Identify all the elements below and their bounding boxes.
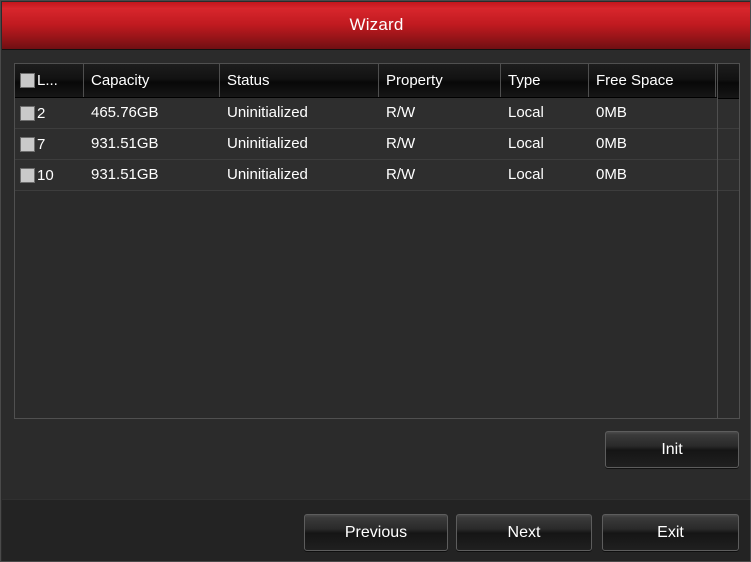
table-row[interactable]: 7 931.51GB Uninitialized R/W Local 0MB [15,129,739,160]
cell-status: Uninitialized [227,166,308,183]
table-header-row: L... Capacity Status Property Type Free … [15,64,739,98]
column-header-capacity[interactable]: Capacity [84,64,220,97]
cell-free-space: 0MB [596,104,627,121]
column-header-label[interactable]: L... [15,64,84,97]
wizard-dialog: Wizard L... Capacity Status Property Typ… [0,0,751,562]
previous-button[interactable]: Previous [304,514,448,551]
exit-button[interactable]: Exit [602,514,739,551]
cell-capacity: 465.76GB [91,104,159,121]
cell-type: Local [508,166,544,183]
cell-capacity: 931.51GB [91,166,159,183]
row-select-cell[interactable]: 2 [15,98,84,128]
cell-free-space: 0MB [596,135,627,152]
row-label: 2 [37,104,46,122]
row-label: 10 [37,166,54,184]
cell-type: Local [508,104,544,121]
column-header-property[interactable]: Property [379,64,501,97]
hdd-table: L... Capacity Status Property Type Free … [14,63,740,419]
cell-status: Uninitialized [227,104,308,121]
cell-status: Uninitialized [227,135,308,152]
table-row[interactable]: 10 931.51GB Uninitialized R/W Local 0MB [15,160,739,191]
cell-type: Local [508,135,544,152]
init-button[interactable]: Init [605,431,739,468]
row-select-cell[interactable]: 10 [15,160,84,190]
cell-property: R/W [386,104,416,121]
cell-property: R/W [386,135,416,152]
row-checkbox[interactable] [20,105,35,121]
row-select-cell[interactable]: 7 [15,129,84,159]
table-scrollbar-gutter[interactable] [717,64,739,418]
dialog-title: Wizard [349,15,404,34]
column-header-type[interactable]: Type [501,64,589,97]
table-row[interactable]: 2 465.76GB Uninitialized R/W Local 0MB [15,98,739,129]
cell-capacity: 931.51GB [91,135,159,152]
table-scrollbar-gutter-head [718,64,739,99]
column-header-label-text: L... [37,72,58,89]
select-all-checkbox[interactable] [20,73,35,88]
dialog-titlebar: Wizard [2,2,750,50]
column-header-status[interactable]: Status [220,64,379,97]
row-checkbox[interactable] [20,136,35,152]
row-label: 7 [37,135,46,153]
column-header-free-space[interactable]: Free Space [589,64,716,97]
cell-free-space: 0MB [596,166,627,183]
next-button[interactable]: Next [456,514,592,551]
cell-property: R/W [386,166,416,183]
row-checkbox[interactable] [20,167,35,183]
